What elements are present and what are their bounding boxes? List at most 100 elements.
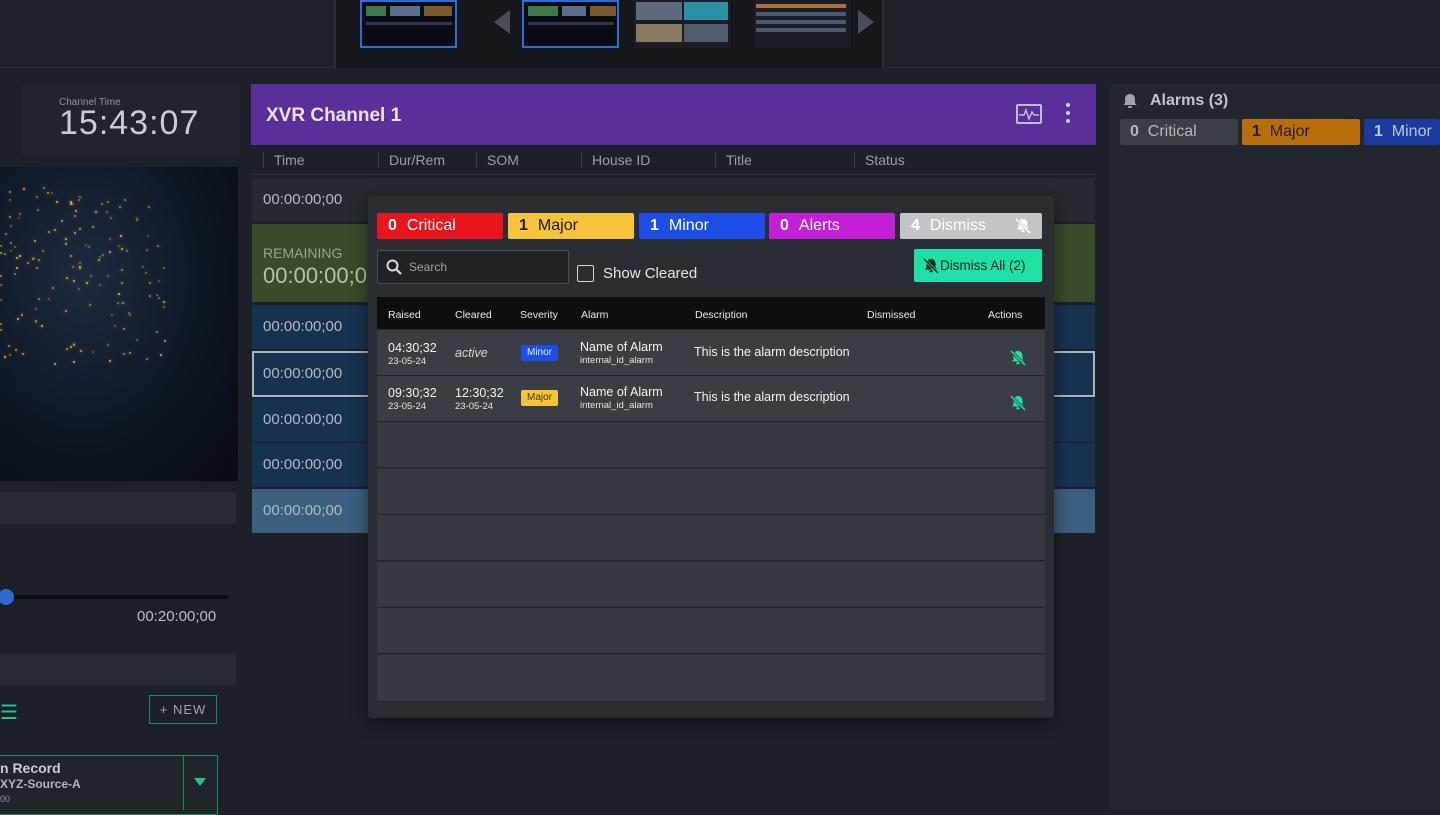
left-info-bar bbox=[0, 492, 236, 524]
city-light bbox=[78, 287, 81, 290]
chip-label: Dismiss bbox=[929, 217, 986, 234]
city-light bbox=[79, 266, 82, 269]
city-light bbox=[145, 357, 148, 360]
city-light bbox=[65, 347, 68, 350]
city-light bbox=[14, 246, 17, 249]
city-light bbox=[0, 251, 2, 254]
thumbnail-4[interactable] bbox=[754, 0, 851, 48]
city-light bbox=[34, 320, 37, 323]
city-light bbox=[51, 191, 54, 194]
city-light bbox=[79, 262, 82, 265]
city-light bbox=[122, 327, 125, 330]
chip-label: Major bbox=[537, 217, 578, 234]
header-severity: Severity bbox=[520, 309, 558, 321]
thumbnail-1[interactable] bbox=[360, 0, 457, 48]
chip-count: 1 bbox=[650, 217, 659, 234]
chevron-down-icon[interactable] bbox=[194, 778, 206, 786]
city-light bbox=[91, 351, 94, 354]
thumbnail-3[interactable] bbox=[634, 0, 731, 48]
search-input[interactable] bbox=[409, 259, 559, 275]
dismiss-bell-off-icon[interactable] bbox=[1009, 394, 1029, 414]
city-light bbox=[16, 318, 19, 321]
empty-row bbox=[377, 515, 1045, 561]
more-vertical-icon[interactable] bbox=[1063, 103, 1073, 125]
empty-row bbox=[377, 562, 1045, 608]
filter-chip-alerts[interactable]: 0 Alerts bbox=[769, 213, 895, 239]
table-row[interactable]: 09:30;32 23-05-24 12:30;32 23-05-24 Majo… bbox=[377, 376, 1045, 422]
city-light bbox=[123, 199, 126, 201]
city-light bbox=[118, 205, 121, 208]
alarm-name: Name of Alarm bbox=[580, 340, 663, 354]
city-light bbox=[91, 225, 94, 228]
chip-label: Major bbox=[1269, 123, 1310, 140]
row-time: 00:00:00;00 bbox=[263, 318, 343, 335]
row-time: 00:00:00;00 bbox=[263, 191, 343, 208]
city-light bbox=[53, 362, 56, 365]
thumb-next-arrow-icon[interactable] bbox=[858, 10, 874, 34]
city-light bbox=[27, 262, 30, 265]
city-light bbox=[37, 259, 40, 262]
chip-label: Minor bbox=[1391, 123, 1432, 140]
city-light bbox=[4, 233, 7, 236]
city-light bbox=[8, 190, 11, 193]
header-alarm: Alarm bbox=[581, 309, 609, 321]
thumbnail-2[interactable] bbox=[522, 0, 619, 48]
channel-title: XVR Channel 1 bbox=[266, 105, 402, 126]
city-light bbox=[74, 209, 77, 212]
empty-row bbox=[377, 608, 1045, 654]
alarm-description: This is the alarm description bbox=[694, 345, 850, 359]
dismiss-bell-off-icon[interactable] bbox=[1009, 349, 1029, 369]
thumb-prev-arrow-icon[interactable] bbox=[494, 10, 510, 34]
city-light bbox=[99, 284, 102, 287]
city-light bbox=[15, 348, 18, 351]
new-button[interactable]: + NEW bbox=[149, 695, 217, 724]
show-cleared-label[interactable]: Show Cleared bbox=[603, 265, 697, 282]
city-light bbox=[84, 243, 87, 246]
table-row[interactable]: 04:30;32 23-05-24 active Minor Name of A… bbox=[377, 330, 1045, 376]
raised-date: 23-05-24 bbox=[388, 356, 427, 367]
chip-count: 0 bbox=[780, 217, 789, 234]
city-light bbox=[36, 196, 39, 199]
city-light bbox=[18, 216, 21, 219]
side-chip-minor[interactable]: 1 Minor bbox=[1364, 119, 1440, 145]
filter-chip-minor[interactable]: 1 Minor bbox=[639, 213, 765, 239]
header-raised: Raised bbox=[388, 309, 421, 321]
city-light bbox=[163, 305, 166, 308]
video-preview bbox=[0, 167, 238, 481]
city-light bbox=[94, 210, 97, 213]
city-light bbox=[107, 343, 110, 346]
filter-chip-major[interactable]: 1 Major bbox=[508, 213, 634, 239]
empty-row bbox=[377, 422, 1045, 468]
city-light bbox=[40, 324, 43, 327]
filter-chip-dismiss[interactable]: 4 Dismiss bbox=[900, 213, 1042, 239]
chip-count: 1 bbox=[1252, 123, 1261, 140]
city-light bbox=[72, 361, 75, 364]
show-cleared-checkbox[interactable] bbox=[577, 265, 594, 282]
city-light bbox=[41, 250, 44, 253]
city-light bbox=[36, 208, 39, 211]
side-chip-major[interactable]: 1 Major bbox=[1242, 119, 1360, 145]
city-light bbox=[56, 200, 59, 203]
side-chip-critical[interactable]: 0 Critical bbox=[1120, 119, 1238, 145]
city-light bbox=[0, 323, 2, 326]
search-icon bbox=[385, 258, 403, 276]
city-light bbox=[136, 219, 139, 222]
city-light bbox=[157, 245, 160, 248]
playback-slider[interactable] bbox=[0, 595, 228, 599]
thumbnail-strip bbox=[334, 0, 884, 68]
remaining-value: 00:00:00;0 bbox=[263, 263, 367, 288]
filter-chip-critical[interactable]: 0 Critical bbox=[377, 213, 503, 239]
city-light bbox=[22, 352, 25, 355]
city-light bbox=[13, 273, 16, 276]
waveform-icon[interactable] bbox=[1016, 104, 1042, 124]
city-light bbox=[158, 279, 161, 282]
list-icon[interactable]: ☰ bbox=[0, 700, 18, 725]
city-light bbox=[127, 311, 130, 314]
alarms-panel-title: Alarms (3) bbox=[1150, 92, 1229, 109]
header-cleared: Cleared bbox=[455, 309, 492, 321]
chip-label: Critical bbox=[1147, 123, 1197, 140]
city-light bbox=[53, 228, 56, 231]
city-light bbox=[156, 294, 159, 297]
city-light bbox=[149, 282, 152, 285]
empty-row bbox=[377, 655, 1045, 702]
